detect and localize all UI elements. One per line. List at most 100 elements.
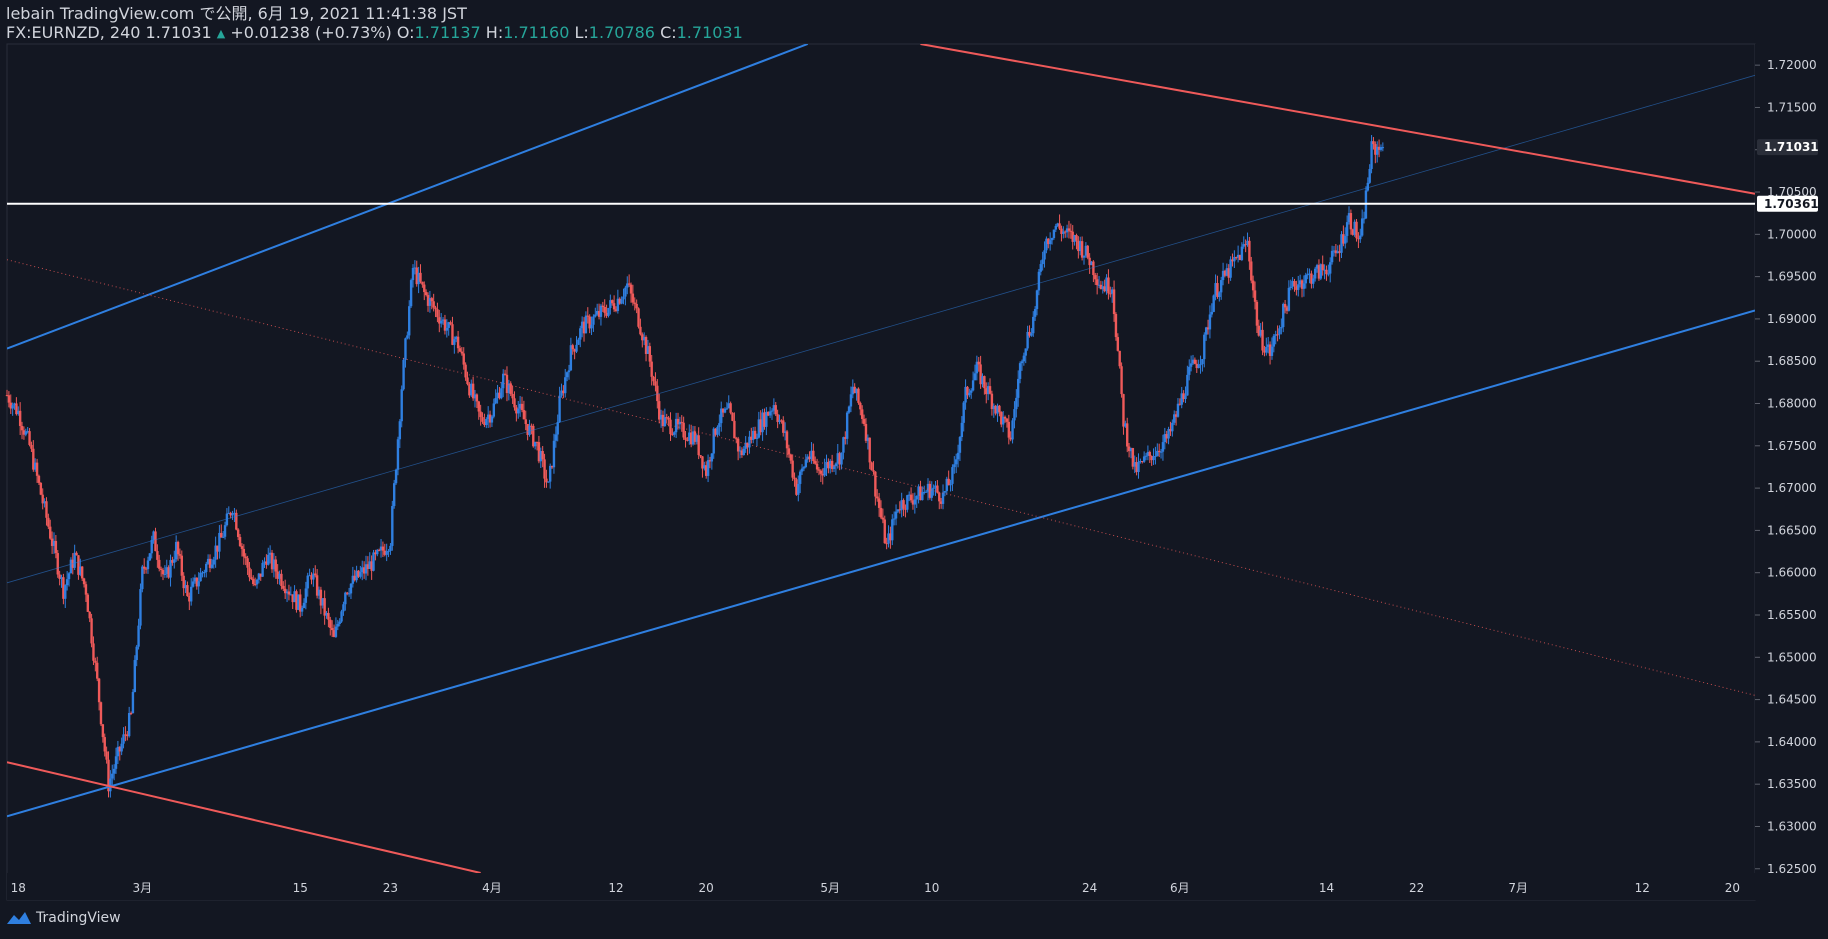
candle-up — [150, 540, 153, 554]
candle-down — [861, 409, 864, 419]
candle-down — [1092, 261, 1095, 276]
candle-up — [137, 625, 140, 647]
candle-down — [47, 517, 50, 527]
candle-down — [669, 419, 672, 435]
candle-down — [611, 300, 614, 304]
candle-down — [1112, 289, 1116, 315]
price-tick-label: 1.62500 — [1767, 862, 1817, 876]
candle-down — [612, 303, 616, 310]
candle-down — [522, 410, 526, 420]
candle-up — [1201, 359, 1204, 365]
candle-up — [755, 437, 759, 439]
plot-area[interactable] — [6, 43, 1756, 901]
candle-up — [1030, 333, 1033, 336]
candle-down — [629, 284, 633, 294]
time-tick-label: 20 — [1725, 881, 1740, 895]
candle-up — [189, 586, 193, 602]
candle-down — [1114, 314, 1118, 338]
candle-up — [122, 734, 125, 744]
candle-up — [120, 743, 123, 752]
candle-up — [725, 408, 729, 410]
candle-up — [139, 589, 142, 626]
candle-down — [462, 353, 465, 365]
candle-down — [242, 548, 246, 557]
candle-up — [1289, 286, 1292, 288]
candle-up — [921, 492, 924, 501]
candle-down — [56, 553, 59, 575]
candle-down — [541, 450, 544, 460]
candle-down — [80, 566, 84, 579]
candle-down — [1095, 279, 1099, 286]
candle-up — [1142, 456, 1146, 462]
time-tick-label: 15 — [293, 881, 308, 895]
candle-down — [793, 477, 796, 480]
candle-down — [782, 420, 785, 433]
candle-up — [517, 408, 520, 414]
footer-brand[interactable]: TradingView — [6, 910, 121, 926]
candle-down — [186, 585, 189, 597]
candle-up — [1082, 255, 1086, 258]
candle-up — [64, 585, 67, 599]
candle-down — [697, 435, 700, 456]
candle-up — [199, 572, 202, 582]
candle-down — [513, 398, 516, 408]
price-tick-label: 1.63500 — [1767, 777, 1817, 791]
publisher-line: lebain TradingView.com で公開, 6月 19, 2021 … — [6, 4, 467, 23]
candle-up — [770, 410, 774, 412]
candle-up — [1154, 455, 1157, 457]
candle-up — [304, 588, 308, 603]
candle-up — [267, 554, 270, 565]
candlestick-chart[interactable]: 1.62500 1.63000 1.63500 1.64000 1.64500 1.650… — [0, 0, 1828, 939]
time-tick-label: 4月 — [482, 881, 502, 895]
price-tick-label: 1.64000 — [1767, 735, 1817, 749]
candle-down — [938, 492, 941, 502]
candle-down — [1253, 290, 1257, 302]
low-label: L: — [574, 23, 589, 42]
candle-down — [45, 501, 48, 518]
candle-up — [1048, 240, 1052, 245]
price-tick-label: 1.72000 — [1767, 58, 1817, 72]
candle-down — [1080, 241, 1084, 258]
change-value: +0.01238 (+0.73%) — [230, 23, 392, 42]
candle-up — [1329, 262, 1332, 274]
candle-down — [667, 417, 670, 420]
candle-up — [1302, 283, 1306, 289]
time-axis[interactable] — [7, 873, 1755, 900]
candle-down — [586, 315, 589, 317]
candle-up — [1203, 334, 1206, 360]
price-tick-label: 1.67500 — [1767, 439, 1817, 453]
time-tick-label: 24 — [1082, 881, 1097, 895]
candle-down — [96, 662, 99, 679]
ohlc-line: FX:EURNZD, 240 1.71031 ▲ +0.01238 (+0.73… — [6, 23, 743, 43]
candle-up — [1161, 442, 1165, 452]
candle-up — [943, 491, 947, 493]
candle-up — [960, 422, 964, 438]
candle-up — [849, 394, 853, 407]
candle-up — [261, 562, 264, 577]
candle-down — [159, 568, 163, 570]
candle-up — [1304, 274, 1307, 284]
candle-up — [306, 575, 309, 589]
candle-up — [1024, 348, 1027, 356]
candle-up — [892, 518, 896, 520]
price-tick-label: 1.65500 — [1767, 608, 1817, 622]
candle-down — [902, 500, 905, 509]
candle-up — [847, 406, 851, 413]
candle-up — [1366, 182, 1370, 191]
price-axis[interactable] — [1755, 44, 1828, 900]
candle-up — [494, 398, 497, 404]
candle-up — [894, 511, 898, 519]
candle-up — [565, 372, 569, 378]
candle-up — [584, 315, 588, 334]
candle-up — [387, 550, 390, 552]
candle-up — [973, 373, 977, 381]
candle-down — [432, 301, 435, 308]
candle-down — [1276, 334, 1279, 336]
candle-down — [282, 585, 285, 589]
candle-down — [240, 546, 244, 549]
candle-down — [812, 450, 815, 462]
candle-down — [327, 612, 330, 620]
candle-down — [92, 643, 95, 661]
candle-down — [101, 724, 105, 738]
candle-down — [1255, 301, 1259, 326]
